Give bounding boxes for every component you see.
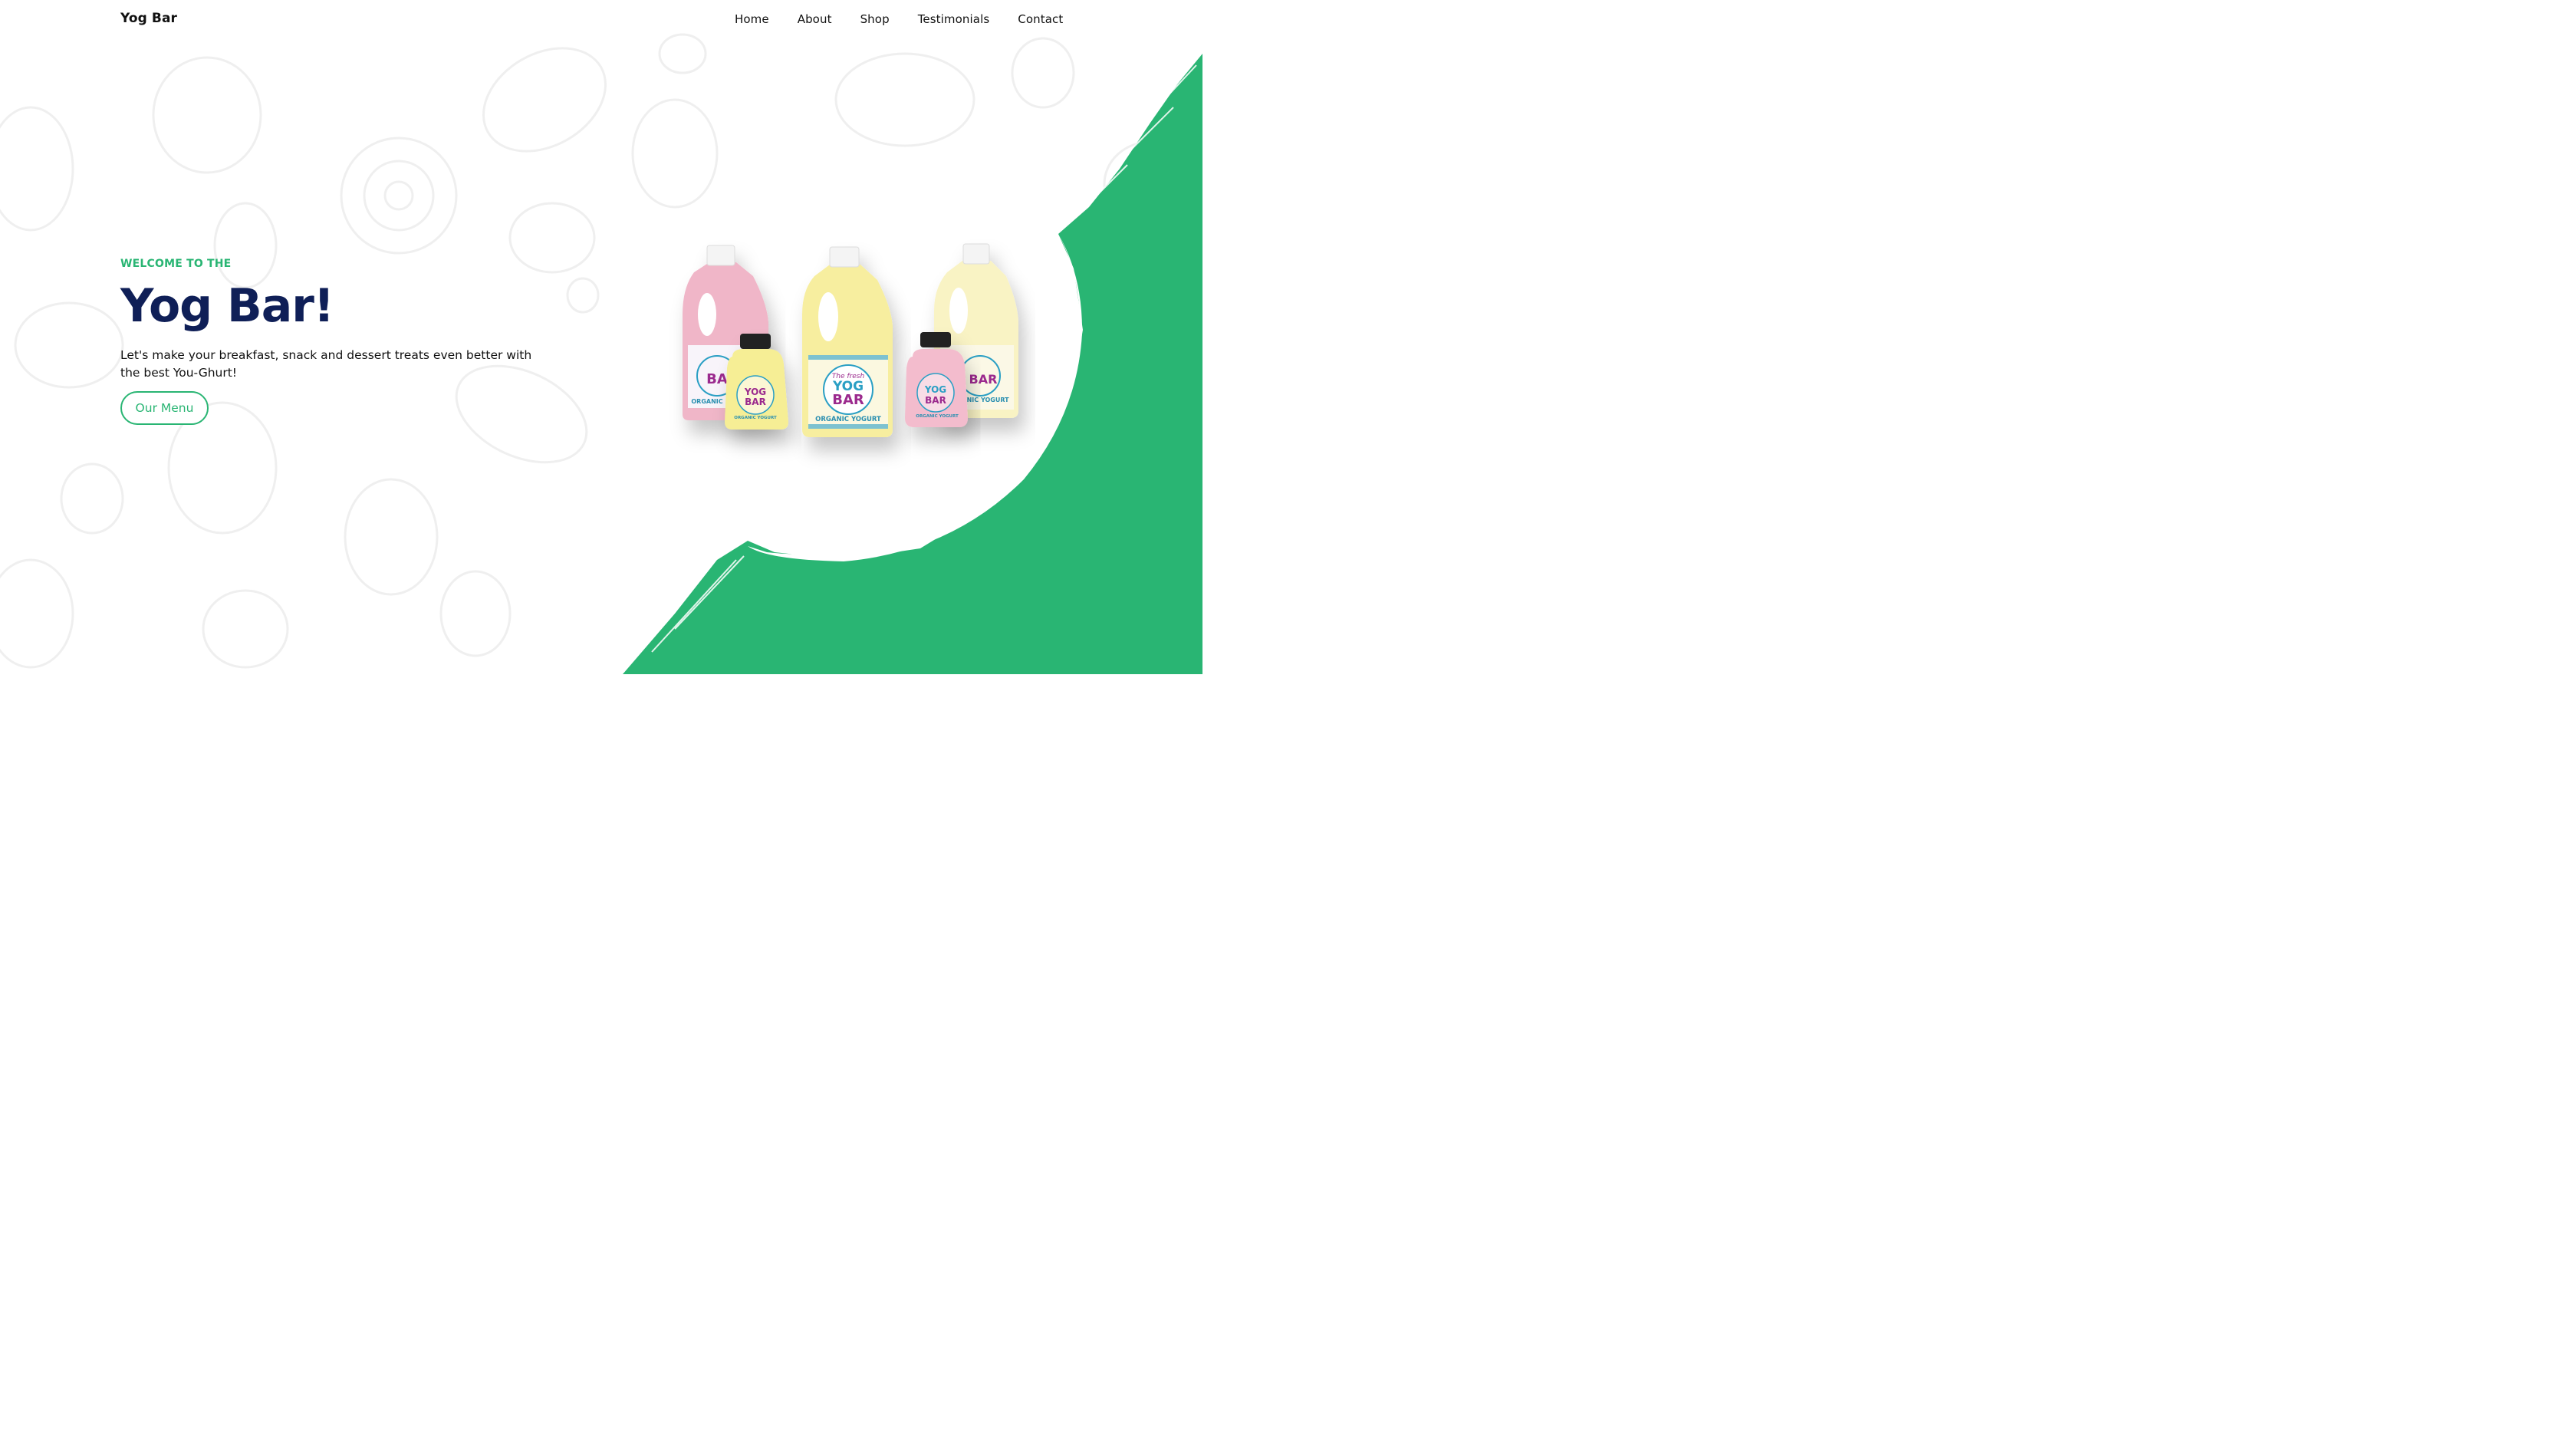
hero-title: Yog Bar! (120, 279, 334, 333)
navbar: Yog Bar Home About Shop Testimonials Con… (0, 0, 1202, 41)
nav-links: Home About Shop Testimonials Contact (735, 12, 1063, 26)
nav-link-contact[interactable]: Contact (1018, 12, 1063, 26)
hero-description: Let's make your breakfast, snack and des… (120, 348, 532, 380)
nav-link-shop[interactable]: Shop (860, 12, 890, 26)
hero-eyebrow: WELCOME TO THE (120, 258, 232, 270)
hero-section: WELCOME TO THE Yog Bar! Let's make your … (120, 258, 550, 425)
our-menu-button[interactable]: Our Menu (120, 391, 209, 425)
nav-link-about[interactable]: About (798, 12, 832, 26)
nav-link-home[interactable]: Home (735, 12, 769, 26)
nav-link-testimonials[interactable]: Testimonials (918, 12, 990, 26)
brand-logo[interactable]: Yog Bar (120, 11, 177, 26)
